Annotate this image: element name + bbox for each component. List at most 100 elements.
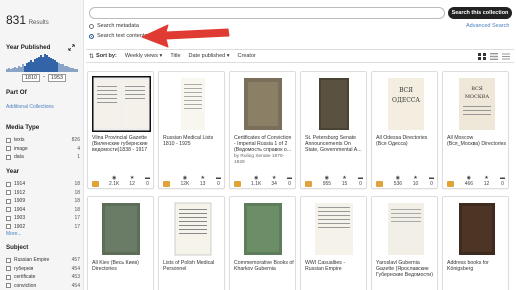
item-title[interactable]: Certificates of Conviction - Imperial Ru… — [234, 135, 294, 154]
sort-option-label: Date published — [188, 53, 226, 59]
facet-count: 454 — [71, 265, 80, 272]
search-text-option[interactable]: Search text contents — [89, 33, 147, 39]
facet-count: 18 — [74, 206, 80, 213]
sort-option-date-published[interactable]: Date published ▾ — [189, 53, 230, 59]
expand-icon[interactable] — [68, 44, 75, 51]
facet-row-year[interactable]: 1914 18 — [6, 180, 80, 189]
result-tile[interactable]: Yaroslavl Gubernia Gazette (Ярославские … — [371, 196, 438, 290]
item-title[interactable]: Commemorative Books of Kharkov Gubernia — [234, 260, 294, 272]
item-title[interactable]: Russian Medical Lists 1810 - 1925 — [163, 135, 223, 147]
facet-row-texts[interactable]: texts 826 — [6, 136, 80, 145]
item-title[interactable]: Vilna Provincial Gazette (Виленские губе… — [92, 135, 152, 154]
checkbox[interactable] — [6, 257, 11, 263]
compact-list-icon[interactable] — [502, 53, 510, 60]
year-histogram[interactable] — [6, 54, 78, 72]
checkbox[interactable] — [6, 224, 11, 230]
result-tile[interactable]: Address books for Königsberg — [442, 196, 509, 290]
stat-reviews: ▬ 0 — [429, 175, 434, 187]
result-tile[interactable]: Lists of Polish Medical Personnel — [158, 196, 225, 290]
result-tile[interactable]: WWI Casualties - Russian Empire — [300, 196, 367, 290]
advanced-search-link[interactable]: Advanced Search — [466, 23, 509, 29]
year-facet: 1914 18 1912 18 1909 18 1904 18 1903 17 1902 1… — [6, 180, 80, 237]
item-thumbnail[interactable]: ВСЯ ОДЕССА — [376, 76, 435, 132]
facet-row-subject[interactable]: certificate 453 — [6, 273, 80, 282]
result-tile[interactable]: Russian Medical Lists 1810 - 1925 ◉ 12K ★ 13… — [158, 71, 225, 189]
sort-option-weekly-views[interactable]: Weekly views ▾ — [125, 53, 163, 59]
checkbox[interactable] — [6, 283, 11, 289]
checkbox[interactable] — [6, 137, 11, 143]
year-from-input[interactable]: 1810 — [22, 74, 40, 82]
facet-name: certificate — [14, 274, 36, 281]
facet-row-subject[interactable]: губернія 454 — [6, 265, 80, 274]
facet-row-year[interactable]: 1909 18 — [6, 197, 80, 206]
item-thumbnail[interactable] — [376, 201, 435, 257]
item-thumbnail[interactable] — [234, 201, 293, 257]
item-title[interactable]: WWI Casualties - Russian Empire — [305, 260, 365, 272]
item-thumbnail[interactable] — [92, 201, 151, 257]
result-tile[interactable]: ВСЯ МОСКВА All Moscow (Вся_Москва) Directo… — [442, 71, 509, 189]
result-tile[interactable]: Certificates of Conviction - Imperial Ru… — [229, 71, 296, 189]
search-metadata-option[interactable]: Search metadata — [89, 23, 139, 29]
additional-collections-link[interactable]: Additional Collections — [6, 104, 54, 110]
stat-value: 15 — [341, 181, 348, 187]
checkbox[interactable] — [6, 207, 11, 213]
facet-row-subject[interactable]: conviction 454 — [6, 282, 80, 290]
stat-views: ◉ 12K — [181, 175, 190, 187]
radio-metadata[interactable] — [89, 23, 94, 29]
sort-direction-icon[interactable]: ⇅ — [89, 53, 94, 60]
year-to-input[interactable]: 1953 — [48, 74, 66, 82]
item-thumbnail[interactable] — [163, 201, 222, 257]
result-tile[interactable]: Vilna Provincial Gazette (Виленские губе… — [87, 71, 154, 189]
checkbox[interactable] — [6, 198, 11, 204]
item-title[interactable]: All Kiev (Весь Киев) Directories — [92, 260, 152, 272]
search-collection-button[interactable]: Search this collection — [448, 7, 512, 19]
list-view-icon[interactable] — [490, 53, 498, 60]
stat-reviews: ▬ 0 — [145, 175, 150, 187]
facet-row-year[interactable]: 1902 17 — [6, 223, 80, 232]
checkbox[interactable] — [6, 190, 11, 196]
facet-row-year[interactable]: 1904 18 — [6, 206, 80, 215]
checkbox[interactable] — [6, 215, 11, 221]
item-thumbnail[interactable] — [305, 201, 364, 257]
stat-value: 13 — [199, 181, 206, 187]
item-thumbnail[interactable] — [92, 76, 151, 132]
checkbox[interactable] — [6, 181, 11, 187]
facet-row-year[interactable]: 1912 18 — [6, 189, 80, 198]
svg-text:МОСКВА: МОСКВА — [465, 94, 490, 100]
result-tile[interactable]: St. Petersburg Senate Announcements On S… — [300, 71, 367, 189]
year-more-link[interactable]: More... — [6, 231, 80, 237]
radio-text-contents[interactable] — [89, 33, 94, 39]
checkbox[interactable] — [6, 274, 11, 280]
item-thumbnail[interactable] — [234, 76, 293, 132]
checkbox[interactable] — [6, 154, 11, 160]
stat-value: 536 — [393, 181, 403, 187]
item-thumbnail[interactable]: ВСЯ МОСКВА — [447, 76, 506, 132]
result-tile[interactable]: All Kiev (Весь Киев) Directories — [87, 196, 154, 290]
item-thumbnail[interactable] — [163, 76, 222, 132]
result-tile[interactable]: Commemorative Books of Kharkov Gubernia — [229, 196, 296, 290]
item-title[interactable]: All Odessa Directories (Вся Одесса) — [376, 135, 436, 147]
item-title[interactable]: Yaroslavl Gubernia Gazette (Ярославские … — [376, 260, 436, 279]
sort-option-title[interactable]: Title — [170, 53, 180, 59]
facet-row-year[interactable]: 1903 17 — [6, 214, 80, 223]
search-input[interactable] — [89, 7, 445, 19]
part-of-title: Part Of — [6, 89, 27, 96]
stat-value: 466 — [464, 181, 474, 187]
item-title[interactable]: Lists of Polish Medical Personnel — [163, 260, 223, 272]
facet-row-subject[interactable]: Russian Empire 457 — [6, 256, 80, 265]
item-thumbnail[interactable] — [305, 76, 364, 132]
facet-row-data[interactable]: data 1 — [6, 153, 80, 162]
item-title[interactable]: St. Petersburg Senate Announcements On S… — [305, 135, 365, 154]
checkbox[interactable] — [6, 146, 11, 152]
facet-row-image[interactable]: image 4 — [6, 145, 80, 154]
checkbox[interactable] — [6, 266, 11, 272]
item-title[interactable]: Address books for Königsberg — [447, 260, 507, 272]
stat-views: ◉ 536 — [394, 175, 402, 187]
media-type-title: Media Type — [6, 124, 40, 131]
svg-text:ВСЯ: ВСЯ — [399, 87, 413, 94]
item-thumbnail[interactable] — [447, 201, 506, 257]
item-title[interactable]: All Moscow (Вся_Москва) Directories — [447, 135, 507, 147]
grid-view-icon[interactable] — [478, 53, 486, 60]
sort-option-creator[interactable]: Creator — [238, 53, 256, 59]
result-tile[interactable]: ВСЯ ОДЕССА All Odessa Directories (Вся Оде… — [371, 71, 438, 189]
